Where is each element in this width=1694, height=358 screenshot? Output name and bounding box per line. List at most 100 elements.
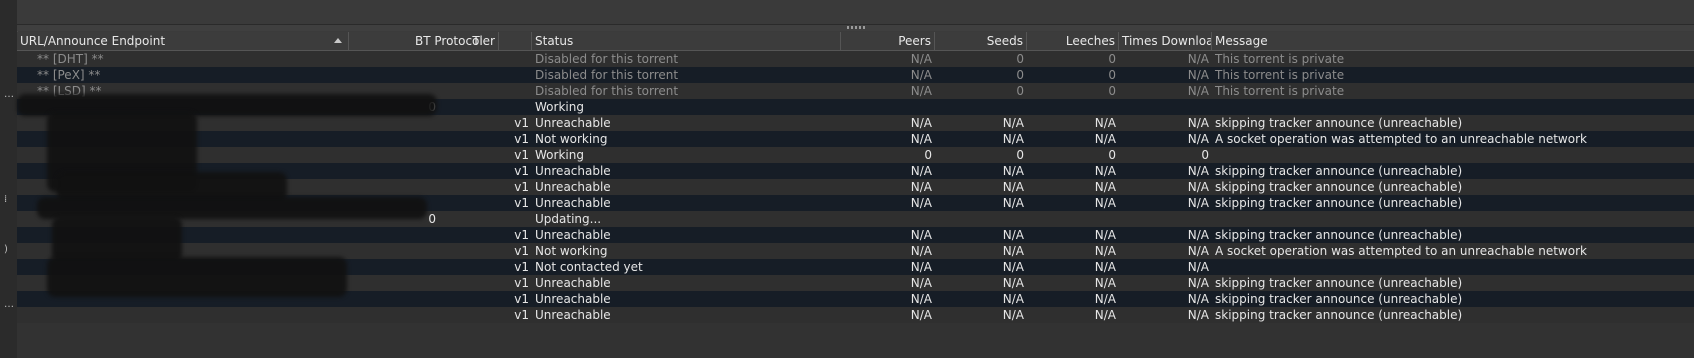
left-panel-edge: … ⁞ ) … [0,0,18,358]
cell-status: Working [535,100,584,114]
cell-status: Unreachable [535,228,611,242]
cell-bt: v1 [514,276,529,290]
column-header-bt-protocol[interactable]: BT Protocol [412,32,532,50]
table-header: URL/Announce Endpoint Tier BT Protocol S… [17,32,1694,51]
cell-tier [349,147,439,163]
table-row[interactable]: v1 Unreachable N/A N/A N/A N/A skipping tracke… [17,227,1694,243]
cell-seeds: N/A [1002,196,1024,210]
table-row[interactable]: v1 Unreachable N/A N/A N/A N/A skipping tracke… [17,307,1694,323]
top-pane [17,0,1694,25]
cell-status: Unreachable [535,292,611,306]
cell-leeches: N/A [1094,164,1116,178]
column-header-status[interactable]: Status [532,32,841,50]
column-header-seeds[interactable]: Seeds [935,32,1027,50]
column-header-url-label: URL/Announce Endpoint [20,34,166,48]
cell-downloaded: N/A [1187,68,1209,82]
cell-seeds: 0 [1016,52,1024,66]
cell-tier [349,291,439,307]
cell-bt: v1 [514,148,529,162]
cell-tier [349,275,439,291]
cell-bt [487,67,532,83]
cell-leeches [1027,99,1119,115]
cell-peers: N/A [910,84,932,98]
cell-bt: v1 [514,196,529,210]
cell-status: Unreachable [535,180,611,194]
cell-message: A socket operation was attempted to an u… [1215,244,1587,258]
column-header-leeches[interactable]: Leeches [1027,32,1119,50]
cell-leeches: 0 [1108,68,1116,82]
cell-seeds: N/A [1002,308,1024,322]
cell-bt: v1 [514,292,529,306]
cell-seeds: N/A [1002,292,1024,306]
pane-splitter[interactable] [17,25,1694,31]
cell-seeds: N/A [1002,244,1024,258]
cell-message: skipping tracker announce (unreachable) [1215,164,1463,178]
cell-bt [487,83,532,99]
sort-ascending-icon [334,38,342,43]
cell-leeches: N/A [1094,180,1116,194]
cell-status: Unreachable [535,308,611,322]
cell-url: ** [DHT] ** [37,52,104,66]
cell-bt: v1 [514,308,529,322]
cell-message: skipping tracker announce (unreachable) [1215,180,1463,194]
cell-status: Disabled for this torrent [535,84,679,98]
cell-peers: N/A [910,244,932,258]
cell-peers [841,211,935,227]
cell-seeds: N/A [1002,228,1024,242]
cell-leeches: N/A [1094,292,1116,306]
column-header-times-downloaded[interactable]: Times Downloa... [1119,32,1212,50]
table-row[interactable]: v1 Not working N/A N/A N/A N/A A socket operat… [17,131,1694,147]
cell-peers: N/A [910,132,932,146]
cell-downloaded: N/A [1187,292,1209,306]
cell-peers: 0 [924,148,932,162]
cell-leeches: 0 [1108,84,1116,98]
cell-downloaded: N/A [1187,180,1209,194]
cell-peers [841,99,935,115]
cell-leeches: N/A [1094,132,1116,146]
cell-peers: N/A [910,164,932,178]
resize-grip-icon[interactable]: ⁞ [4,195,12,205]
cell-downloaded: N/A [1187,244,1209,258]
cell-url [17,307,349,323]
cell-peers: N/A [910,260,932,274]
splitter-grip-icon[interactable] [846,26,865,29]
cell-message [1212,99,1694,115]
cell-seeds: N/A [1002,260,1024,274]
cell-peers: N/A [910,292,932,306]
cell-leeches: N/A [1094,116,1116,130]
cell-downloaded: N/A [1187,228,1209,242]
cell-downloaded: 0 [1201,148,1209,162]
column-header-peers[interactable]: Peers [841,32,935,50]
cell-seeds: 0 [1016,68,1024,82]
table-row[interactable]: ** [DHT] ** Disabled for this torrent N/A 0… [17,51,1694,67]
cell-tier [349,67,439,83]
cell-downloaded [1119,211,1212,227]
cell-message: skipping tracker announce (unreachable) [1215,276,1463,290]
cell-peers: N/A [910,308,932,322]
cell-leeches: 0 [1108,52,1116,66]
cell-tier [349,51,439,67]
cell-tier [349,131,439,147]
cell-downloaded: N/A [1187,116,1209,130]
column-header-url[interactable]: URL/Announce Endpoint [17,32,349,50]
table-row[interactable]: v1 Unreachable N/A N/A N/A N/A skipping tracke… [17,115,1694,131]
redaction-block [52,217,182,262]
cell-downloaded: N/A [1187,196,1209,210]
cell-message [1212,211,1694,227]
table-row[interactable]: v1 Working 0 0 0 0 [17,147,1694,163]
cell-leeches: N/A [1094,244,1116,258]
cell-leeches [1027,211,1119,227]
cell-message: skipping tracker announce (unreachable) [1215,228,1463,242]
cell-status: Not working [535,132,608,146]
cell-tier [349,179,439,195]
ellipsis-icon: ) [4,244,8,255]
cell-peers: N/A [910,276,932,290]
redaction-block [47,257,347,297]
column-header-message[interactable]: Message [1212,32,1694,50]
cell-message: This torrent is private [1215,68,1345,82]
cell-status: Unreachable [535,116,611,130]
cell-tier [349,243,439,259]
ellipsis-icon: … [4,299,14,310]
table-row[interactable]: ** [PeX] ** Disabled for this torrent N/A 0… [17,67,1694,83]
cell-bt [487,99,532,115]
